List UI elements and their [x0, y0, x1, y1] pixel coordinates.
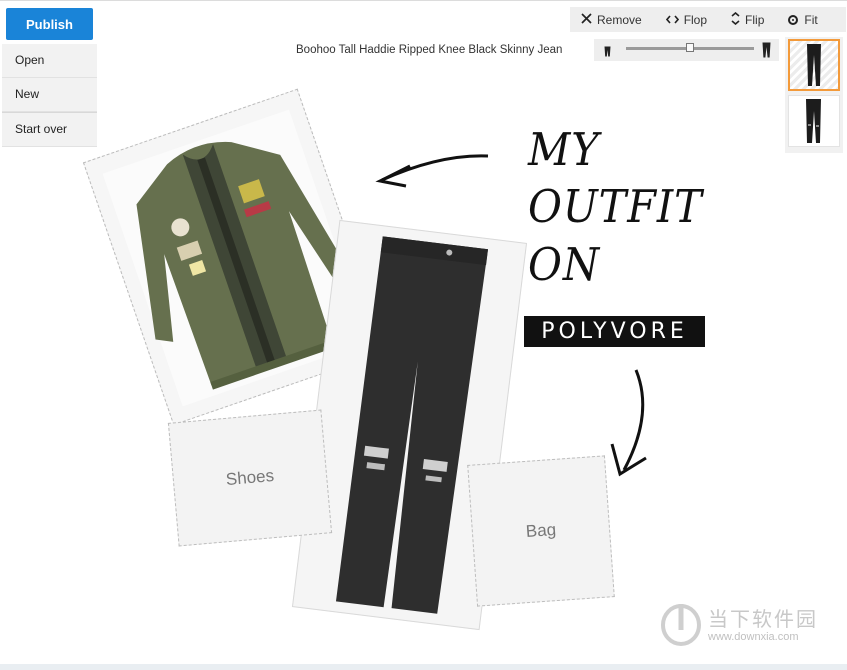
- top-border: [0, 0, 847, 1]
- file-menu: Open New Start over: [2, 44, 97, 147]
- start-over-menu-item[interactable]: Start over: [2, 112, 97, 147]
- publish-button[interactable]: Publish: [6, 8, 93, 40]
- watermark-url: www.downxia.com: [708, 631, 799, 643]
- watermark-site-name: 当下软件园: [708, 607, 818, 631]
- flip-icon: [731, 11, 740, 28]
- shoes-label: Shoes: [225, 465, 275, 490]
- flip-label: Flip: [745, 12, 765, 27]
- item-toolbar: Remove Flop Flip Fit: [570, 7, 846, 32]
- selected-item-name: Boohoo Tall Haddie Ripped Knee Black Ski…: [296, 44, 563, 56]
- bag-placeholder[interactable]: Bag: [467, 455, 615, 607]
- small-jeans-icon: [604, 44, 611, 62]
- large-jeans-icon: [762, 42, 771, 63]
- fit-button[interactable]: Fit: [788, 12, 818, 27]
- remove-label: Remove: [597, 12, 642, 27]
- left-panel: Publish Open New Start over: [2, 4, 97, 147]
- close-icon: [581, 12, 592, 27]
- flop-button[interactable]: Flop: [665, 12, 708, 27]
- polyvore-logo-text: POLYVORE: [524, 316, 705, 347]
- flop-label: Flop: [683, 12, 708, 27]
- jeans-thumbnail[interactable]: [788, 95, 840, 147]
- collage-title-line-2: OUTFIT: [528, 180, 703, 233]
- arrow-down-icon: [610, 369, 647, 477]
- target-icon: [788, 14, 799, 25]
- shoes-placeholder[interactable]: Shoes: [167, 409, 333, 547]
- remove-button[interactable]: Remove: [581, 13, 642, 27]
- size-slider-bar: [594, 39, 779, 61]
- item-thumbnails: [785, 37, 843, 153]
- bag-label: Bag: [525, 519, 557, 542]
- fit-label: Fit: [804, 12, 818, 27]
- watermark: 当下软件园 www.downxia.com: [660, 598, 830, 648]
- arrow-left-icon: [375, 154, 489, 188]
- flop-icon: [665, 13, 679, 27]
- size-slider-track[interactable]: [626, 43, 754, 52]
- collage-title-line-3: ON: [528, 238, 601, 291]
- new-menu-item[interactable]: New: [2, 78, 97, 112]
- open-menu-item[interactable]: Open: [2, 44, 97, 78]
- flip-button[interactable]: Flip: [731, 11, 765, 28]
- collage-title-line-1: MY: [528, 123, 600, 176]
- watermark-logo-icon: [661, 604, 701, 646]
- jeans-thumbnail-selected[interactable]: [788, 39, 840, 91]
- size-slider-thumb[interactable]: [686, 43, 694, 52]
- bottom-border: [0, 664, 847, 670]
